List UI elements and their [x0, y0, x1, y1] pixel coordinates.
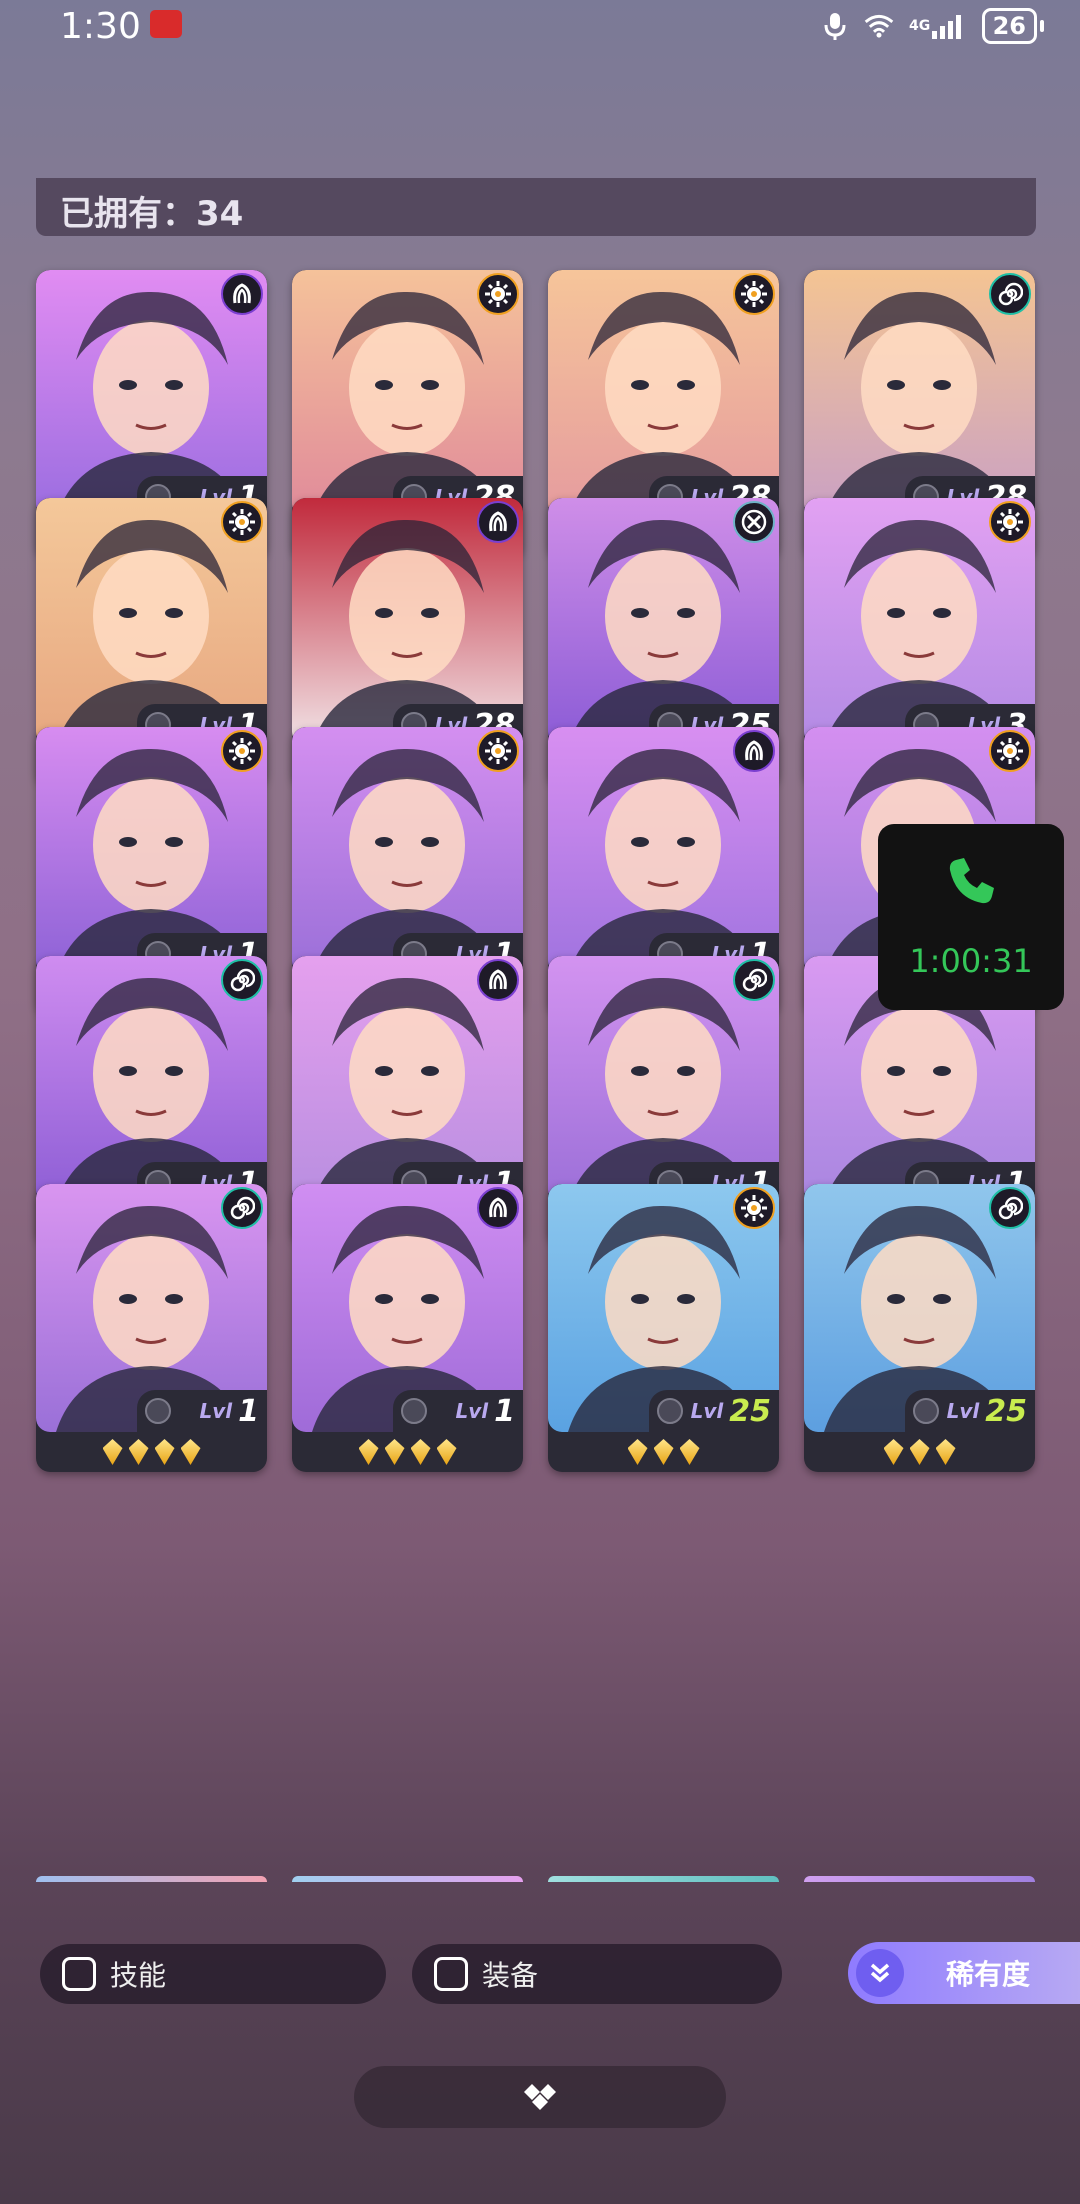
gold-star-gem-icon: [436, 1439, 457, 1465]
ongoing-call-widget[interactable]: 1:00:31: [878, 824, 1064, 1010]
owned-count-text: 已拥有：34: [60, 194, 244, 234]
rarity-sort-button[interactable]: 稀有度: [848, 1942, 1080, 2004]
battery-indicator: 26: [981, 8, 1044, 44]
network-type: 4G: [908, 18, 931, 34]
hero-card[interactable]: Lvl1: [292, 1184, 523, 1472]
diamond-cluster-icon: [524, 2084, 556, 2110]
skill-filter-toggle[interactable]: 技能: [40, 1944, 386, 2004]
faction-teal-icon: [989, 1187, 1031, 1229]
faction-purple-icon: [477, 1187, 519, 1229]
faction-orange-icon: [989, 501, 1031, 543]
navigation-handle[interactable]: [354, 2066, 726, 2128]
faction-orange-icon: [221, 730, 263, 772]
app-notification-icon: [150, 10, 182, 38]
faction-purple-icon: [477, 959, 519, 1001]
level-label: Lvl: [946, 1399, 980, 1423]
gold-star-gem-icon: [909, 1439, 930, 1465]
faction-orange-icon: [989, 730, 1031, 772]
gold-star-gem-icon: [102, 1439, 123, 1465]
hero-card[interactable]: Lvl1: [36, 1184, 267, 1472]
faction-orange-icon: [733, 273, 775, 315]
gold-star-gem-icon: [627, 1439, 648, 1465]
gold-star-gem-icon: [128, 1439, 149, 1465]
hero-card[interactable]: Lvl 25: [804, 1184, 1035, 1472]
gold-star-gem-icon: [384, 1439, 405, 1465]
skill-filter-label: 技能: [110, 1959, 167, 1992]
equipment-checkbox[interactable]: [434, 1957, 468, 1991]
level-label: Lvl: [199, 1399, 233, 1423]
hero-card-partial[interactable]: [804, 1876, 1035, 1882]
faction-teal-icon: [733, 959, 775, 1001]
battery-level: 26: [981, 8, 1037, 44]
status-bar: 1:30 4G 26: [0, 0, 1080, 56]
double-chevron-down-icon: [856, 1949, 904, 1997]
level-strip: Lvl 25: [905, 1390, 1035, 1432]
hero-card-partial[interactable]: [548, 1876, 779, 1882]
level-strip: Lvl1: [393, 1390, 523, 1432]
faction-teal-icon: [221, 959, 263, 1001]
equipment-slot-icon: [657, 1398, 683, 1424]
skill-checkbox[interactable]: [62, 1957, 96, 1991]
gold-star-gem-icon: [358, 1439, 379, 1465]
faction-teal-icon: [989, 273, 1031, 315]
faction-purple-icon: [733, 730, 775, 772]
cellular-signal-icon: 4G: [908, 11, 968, 41]
equipment-slot-icon: [913, 1398, 939, 1424]
level-value: 25: [729, 1393, 771, 1429]
faction-orange-icon: [221, 501, 263, 543]
faction-orange-icon: [733, 1187, 775, 1229]
phone-icon: [944, 854, 998, 908]
hero-card[interactable]: Lvl 25: [548, 1184, 779, 1472]
faction-purple-icon: [477, 501, 519, 543]
faction-orange-icon: [477, 730, 519, 772]
faction-cross-icon: [733, 501, 775, 543]
faction-teal-icon: [221, 1187, 263, 1229]
gold-star-gem-icon: [410, 1439, 431, 1465]
equipment-slot-icon: [401, 1398, 427, 1424]
hero-card-partial[interactable]: [36, 1876, 267, 1882]
level-label: Lvl: [455, 1399, 489, 1423]
gold-star-gem-icon: [154, 1439, 175, 1465]
gold-star-gem-icon: [679, 1439, 700, 1465]
level-strip: Lvl1: [137, 1390, 267, 1432]
star-rating: [36, 1434, 267, 1470]
gold-star-gem-icon: [653, 1439, 674, 1465]
gold-star-gem-icon: [935, 1439, 956, 1465]
wifi-icon: [864, 11, 894, 41]
owned-count-bar: 已拥有：34: [36, 178, 1036, 236]
rarity-label: 稀有度: [946, 1958, 1031, 1991]
level-value: 1: [494, 1393, 515, 1429]
gold-star-gem-icon: [180, 1439, 201, 1465]
faction-purple-icon: [221, 273, 263, 315]
equipment-filter-toggle[interactable]: 装备: [412, 1944, 782, 2004]
equipment-slot-icon: [145, 1398, 171, 1424]
hero-card-partial[interactable]: [292, 1876, 523, 1882]
status-time: 1:30: [60, 6, 141, 47]
star-rating: [548, 1434, 779, 1470]
faction-orange-icon: [477, 273, 519, 315]
call-timer: 1:00:31: [909, 942, 1033, 980]
level-label: Lvl: [690, 1399, 724, 1423]
equipment-filter-label: 装备: [482, 1959, 539, 1992]
battery-tip: [1040, 20, 1044, 32]
microphone-icon: [820, 11, 850, 41]
star-rating: [292, 1434, 523, 1470]
star-rating: [804, 1434, 1035, 1470]
gold-star-gem-icon: [883, 1439, 904, 1465]
level-value: 25: [985, 1393, 1027, 1429]
level-value: 1: [238, 1393, 259, 1429]
level-strip: Lvl 25: [649, 1390, 779, 1432]
